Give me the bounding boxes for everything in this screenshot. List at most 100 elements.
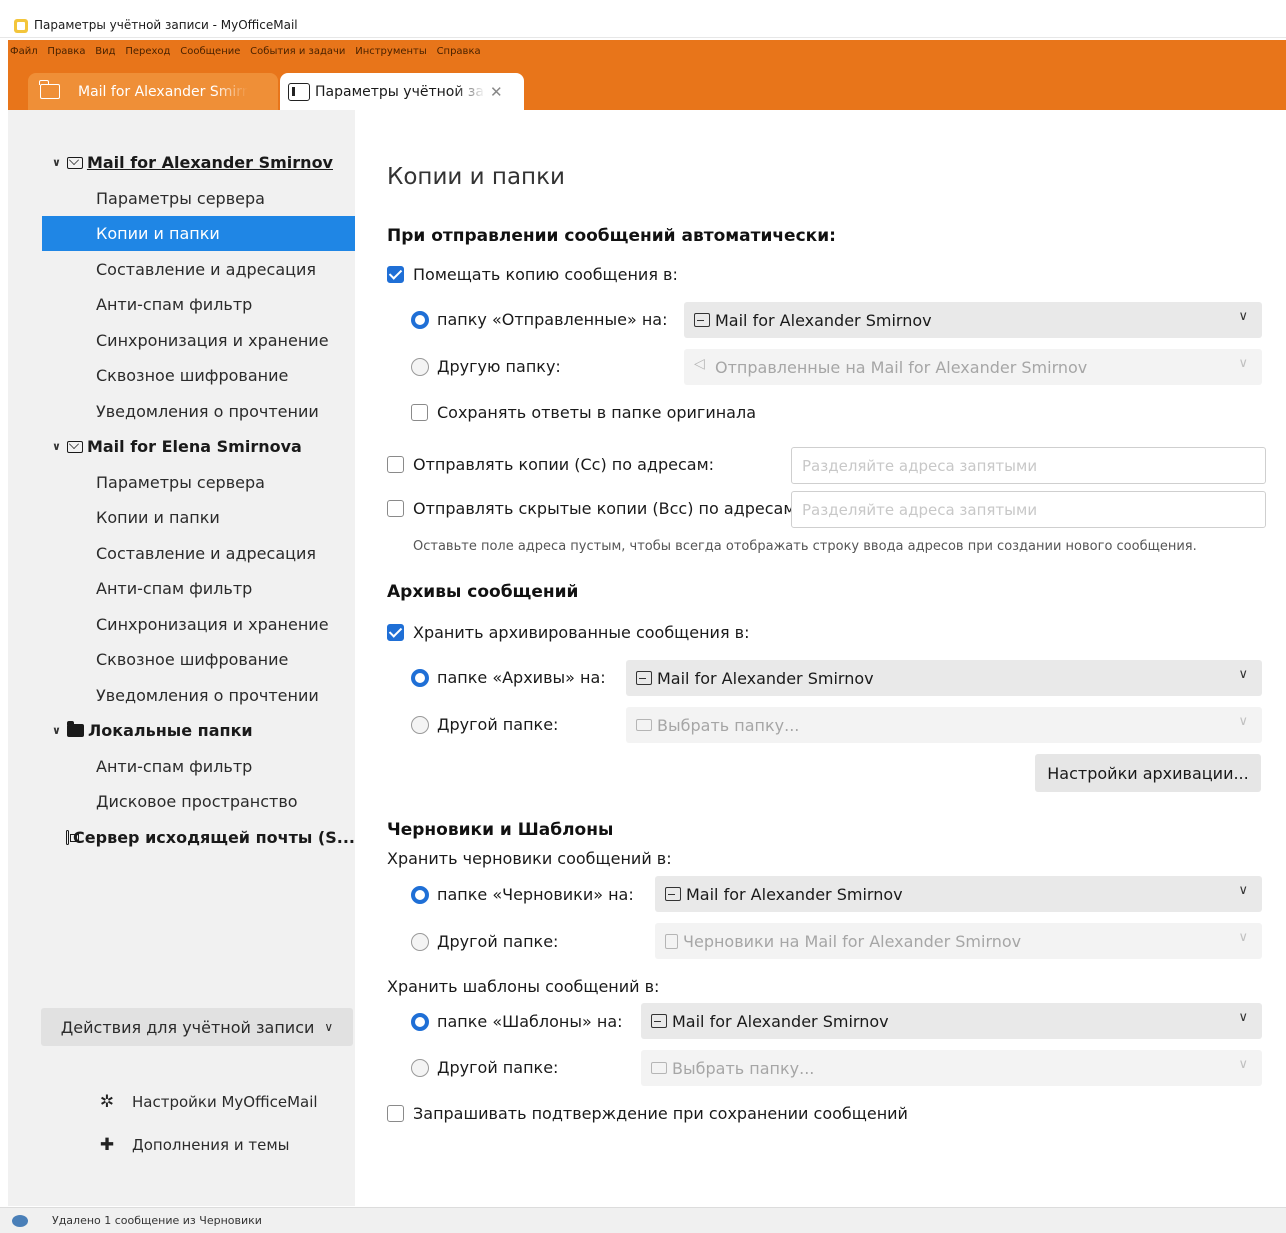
sidebar-item-receipts[interactable]: Уведомления о прочтении	[8, 394, 355, 429]
chevron-down-icon: ∨	[1238, 930, 1248, 945]
drafts-other-select[interactable]: Черновики на Mail for Alexander Smirnov …	[655, 923, 1262, 959]
sidebar-item-server-settings[interactable]: Параметры сервера	[8, 181, 355, 216]
drafts-other-value: Черновики на Mail for Alexander Smirnov	[683, 931, 1022, 951]
other-folder-radio[interactable]	[411, 358, 429, 376]
folder-icon	[39, 80, 60, 99]
templates-other-radio[interactable]	[411, 1059, 429, 1077]
outgoing-server[interactable]: Сервер исходящей почты (S...	[8, 820, 355, 855]
archive-settings-button[interactable]: Настройки архивации...	[1035, 754, 1261, 792]
bcc-address-input[interactable]: Разделяйте адреса запятыми	[791, 491, 1266, 528]
sidebar-item-junk[interactable]: Анти-спам фильтр	[8, 287, 355, 322]
chevron-down-icon: ∨	[1238, 356, 1248, 371]
drafts-store-label: Хранить черновики сообщений в:	[387, 849, 672, 868]
templates-other-value: Выбрать папку...	[672, 1058, 815, 1078]
addons-themes-link[interactable]: ✚ Дополнения и темы	[96, 1132, 290, 1158]
menu-message[interactable]: Сообщение	[180, 46, 240, 57]
drafts-folder-label: папке «Черновики» на:	[437, 885, 634, 904]
folder-icon	[636, 719, 652, 731]
status-text: Удалено 1 сообщение из Черновики	[52, 1214, 262, 1227]
sidebar-item-receipts[interactable]: Уведомления о прочтении	[8, 678, 355, 713]
other-sent-folder-select[interactable]: Отправленные на Mail for Alexander Smirn…	[684, 349, 1262, 385]
archive-other-radio[interactable]	[411, 716, 429, 734]
window-title: Параметры учётной записи - MyOfficeMail	[34, 18, 298, 32]
keep-replies-label: Сохранять ответы в папке оригинала	[437, 403, 757, 422]
keep-archives-checkbox[interactable]	[387, 624, 404, 641]
templates-folder-radio[interactable]	[411, 1013, 429, 1031]
templates-folder-label: папке «Шаблоны» на:	[437, 1012, 623, 1031]
sent-folder-label: папку «Отправленные» на:	[437, 310, 668, 329]
sidebar-item-server-settings[interactable]: Параметры сервера	[8, 465, 355, 500]
mail-account-icon	[636, 671, 652, 685]
templates-other-select[interactable]: Выбрать папку... ∨	[641, 1050, 1262, 1086]
menu-help[interactable]: Справка	[437, 46, 481, 57]
sent-folder-radio[interactable]	[411, 311, 429, 329]
chevron-down-icon[interactable]: ∨	[52, 724, 61, 737]
gear-icon: ✲	[99, 1092, 115, 1112]
menu-view[interactable]: Вид	[95, 46, 115, 57]
templates-store-label: Хранить шаблоны сообщений в:	[387, 977, 660, 996]
sidebar-item-e2e-encryption[interactable]: Сквозное шифрование	[8, 642, 355, 677]
account-actions-label: Действия для учётной записи	[60, 1017, 315, 1037]
chevron-down-icon: ∨	[1238, 667, 1248, 682]
cc-label: Отправлять копии (Cc) по адресам:	[413, 455, 715, 474]
sidebar-item-sync-storage[interactable]: Синхронизация и хранение	[8, 323, 355, 358]
account-actions-button[interactable]: Действия для учётной записи ∨	[41, 1008, 353, 1046]
drafts-folder-select[interactable]: Mail for Alexander Smirnov ∨	[655, 876, 1262, 912]
sidebar-item-e2e-encryption[interactable]: Сквозное шифрование	[8, 358, 355, 393]
menu-edit[interactable]: Правка	[47, 46, 85, 57]
account-elena[interactable]: ∨ Mail for Elena Smirnova	[8, 429, 355, 464]
sidebar-item-copies-folders[interactable]: Копии и папки	[8, 500, 355, 535]
sidebar-item-composition[interactable]: Составление и адресация	[8, 536, 355, 571]
menu-events-tasks[interactable]: События и задачи	[250, 46, 345, 57]
sidebar-item-junk[interactable]: Анти-спам фильтр	[8, 571, 355, 606]
confirm-save-label: Запрашивать подтверждение при сохранении…	[413, 1104, 908, 1123]
tab-mail[interactable]: Mail for Alexander Smirnov	[28, 73, 278, 110]
bcc-checkbox[interactable]	[387, 500, 404, 517]
sidebar-item-composition[interactable]: Составление и адресация	[8, 252, 355, 287]
chevron-down-icon[interactable]: ∨	[52, 440, 61, 453]
tab-settings-label: Параметры учётной записи	[315, 83, 485, 100]
menu-go[interactable]: Переход	[125, 46, 170, 57]
place-copy-checkbox[interactable]	[387, 266, 404, 283]
other-folder-label: Другую папку:	[437, 357, 561, 376]
templates-folder-select[interactable]: Mail for Alexander Smirnov ∨	[641, 1003, 1262, 1039]
tab-account-settings[interactable]: Параметры учётной записи ✕	[280, 73, 524, 110]
addons-themes-label: Дополнения и темы	[132, 1136, 290, 1154]
local-folders[interactable]: ∨ Локальные папки	[8, 713, 355, 748]
chevron-down-icon: ∨	[1238, 1010, 1248, 1025]
outgoing-server-icon	[66, 830, 80, 845]
sent-folder-select[interactable]: Mail for Alexander Smirnov ∨	[684, 302, 1262, 338]
drafts-heading: Черновики и Шаблоны	[387, 820, 614, 840]
chevron-down-icon: ∨	[1238, 1057, 1248, 1072]
menu-file[interactable]: Файл	[10, 46, 38, 57]
account-name: Mail for Alexander Smirnov	[86, 153, 333, 172]
cc-address-input[interactable]: Разделяйте адреса запятыми	[791, 447, 1266, 484]
chevron-down-icon[interactable]: ∨	[52, 156, 61, 169]
sidebar-item-sync-storage[interactable]: Синхронизация и хранение	[8, 607, 355, 642]
sidebar-item-junk[interactable]: Анти-спам фильтр	[8, 749, 355, 784]
keep-replies-checkbox[interactable]	[411, 404, 428, 421]
draft-icon	[665, 933, 678, 949]
cc-checkbox[interactable]	[387, 456, 404, 473]
chevron-down-icon: ∨	[1238, 309, 1248, 324]
drafts-other-radio[interactable]	[411, 933, 429, 951]
menu-tools[interactable]: Инструменты	[355, 46, 427, 57]
sent-folder-value: Mail for Alexander Smirnov	[715, 310, 932, 330]
connection-status-icon	[12, 1215, 28, 1227]
confirm-save-checkbox[interactable]	[387, 1105, 404, 1122]
cc-hint: Оставьте поле адреса пустым, чтобы всегд…	[413, 539, 1197, 554]
app-settings-link[interactable]: ✲ Настройки MyOfficeMail	[96, 1089, 318, 1115]
archive-other-select[interactable]: Выбрать папку... ∨	[626, 707, 1262, 743]
close-tab-icon[interactable]: ✕	[490, 83, 503, 101]
bcc-label: Отправлять скрытые копии (Bcc) по адреса…	[413, 499, 801, 518]
window-title-bar: Параметры учётной записи - MyOfficeMail	[0, 0, 1286, 38]
mail-account-icon	[665, 887, 681, 901]
sidebar-item-copies-folders[interactable]: Копии и папки	[42, 216, 355, 251]
sidebar-item-disk-space[interactable]: Дисковое пространство	[8, 784, 355, 819]
archive-folder-select[interactable]: Mail for Alexander Smirnov ∨	[626, 660, 1262, 696]
drafts-folder-radio[interactable]	[411, 886, 429, 904]
archive-other-value: Выбрать папку...	[657, 715, 800, 735]
page-title: Копии и папки	[387, 164, 565, 190]
account-alexander[interactable]: ∨ Mail for Alexander Smirnov	[8, 145, 355, 180]
archive-folder-radio[interactable]	[411, 669, 429, 687]
